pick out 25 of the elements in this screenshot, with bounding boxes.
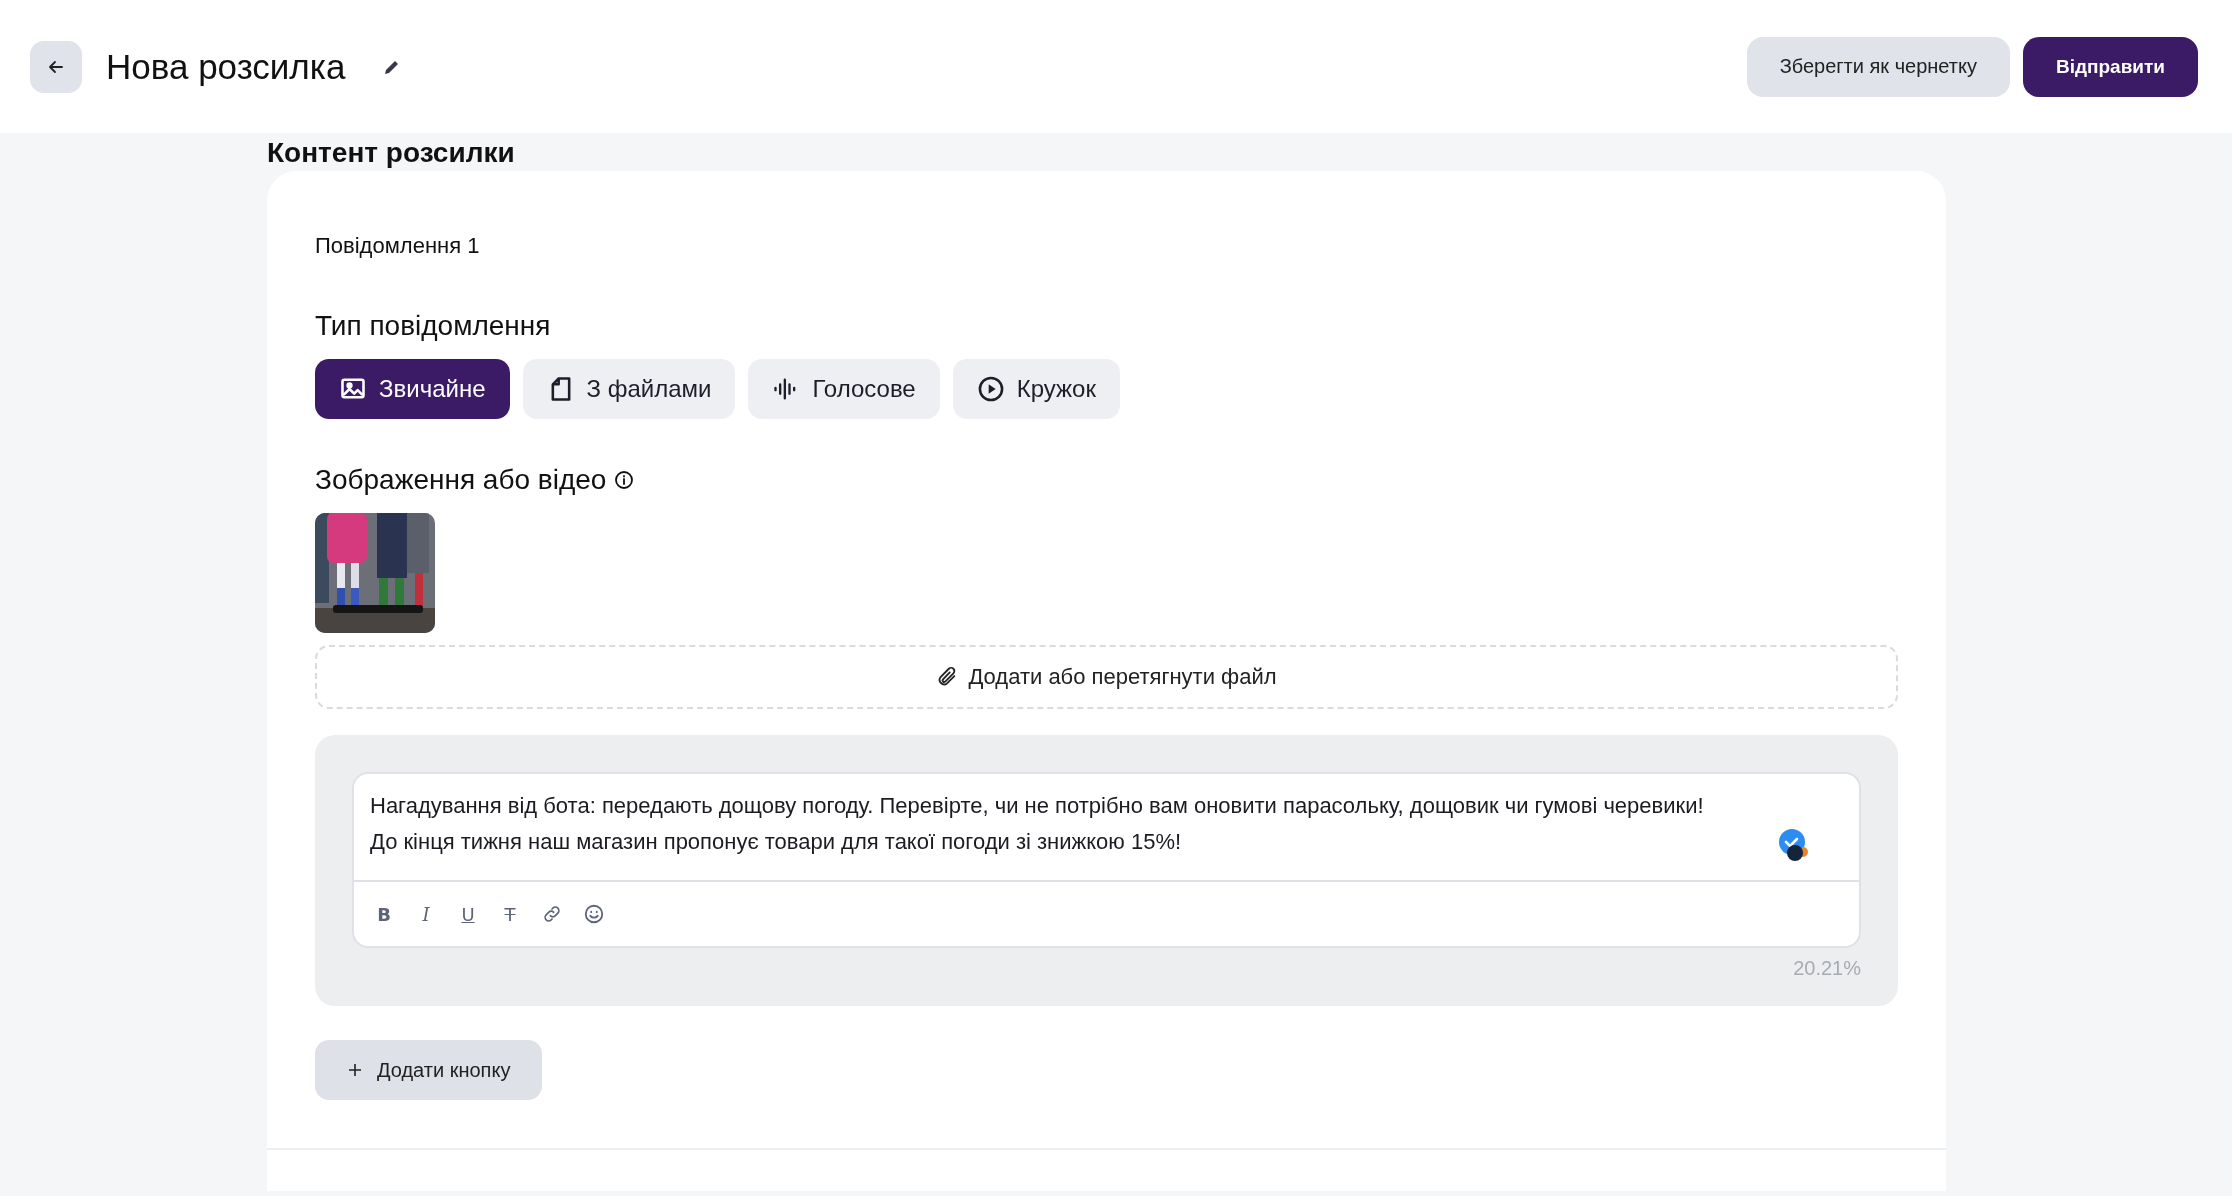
back-button[interactable] <box>30 40 82 93</box>
send-button[interactable]: Відправити <box>2022 36 2198 97</box>
bold-button[interactable]: B <box>372 902 396 926</box>
message-type-tab[interactable]: З файлами <box>522 359 736 419</box>
plus-icon <box>347 1062 363 1078</box>
message-text-field[interactable]: Нагадування від бота: передають дощову погоду. Перевірте, чи не потрібно вам оновити парасольку, дощовик чи гумові черевики! До кінця тижня наш магазин пропонує товари для такої погоди зі знижкою 15%! B I U T <box>352 772 1861 948</box>
page-title: Нова розсилка <box>106 46 346 87</box>
message-heading: Повідомлення 1 <box>315 233 481 259</box>
play-icon <box>976 375 1005 403</box>
usage-percent: 20.21% <box>1792 956 1861 980</box>
check-badge-icon[interactable] <box>1777 828 1811 862</box>
save-draft-button[interactable]: Зберегти як чернетку <box>1746 36 2010 97</box>
italic-button[interactable]: I <box>414 902 438 926</box>
underline-button[interactable]: U <box>456 902 480 926</box>
message-type-tab[interactable]: Голосове <box>748 359 940 419</box>
add-button-button[interactable]: Додати кнопку <box>315 1040 543 1100</box>
media-label: Зображення або відео <box>315 463 607 497</box>
message-type-tab[interactable]: Кружок <box>952 359 1120 419</box>
type-label: Тип повідомлення <box>315 309 552 343</box>
file-dropzone[interactable]: Додати або перетягнути файл <box>315 645 1898 709</box>
info-icon[interactable] <box>614 470 635 490</box>
message-type-tab[interactable]: Звичайне <box>315 359 510 419</box>
emoji-button[interactable] <box>582 902 606 926</box>
strikethrough-button[interactable]: T <box>498 902 522 926</box>
section-title: Контент розсилки <box>267 136 516 170</box>
